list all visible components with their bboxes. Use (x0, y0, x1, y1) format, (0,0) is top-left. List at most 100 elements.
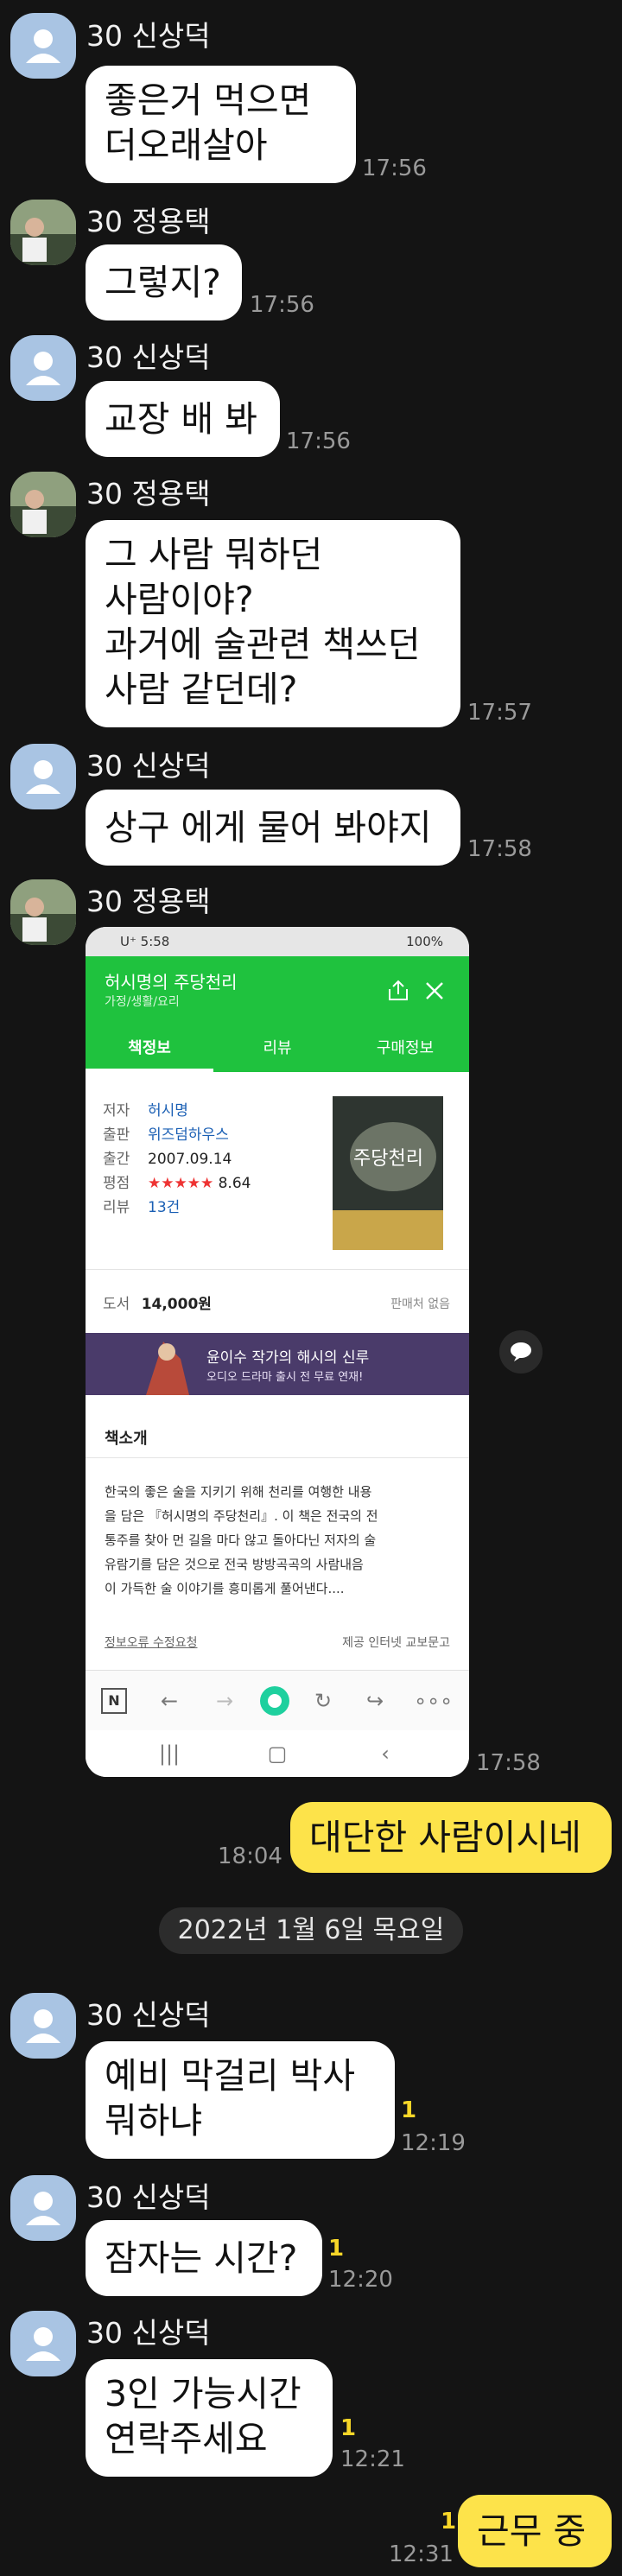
author-link[interactable]: 허시명 (148, 1102, 188, 1120)
tab-book-info[interactable]: 책정보 (86, 1025, 213, 1072)
book-header: 허시명의 주당천리 가정/생활/요리 (86, 956, 469, 1025)
timestamp: 17:56 (362, 155, 427, 181)
avatar-photo[interactable] (10, 200, 76, 265)
intro-line: 한국의 좋은 술을 지키기 위해 천리를 여행한 내용 (105, 1484, 372, 1500)
info-label: 출간 (103, 1151, 130, 1168)
message-line: 좋은거 먹으면 (105, 79, 312, 121)
sender-name: 30 정용택 (86, 477, 211, 511)
tab-purchase[interactable]: 구매정보 (341, 1025, 469, 1072)
timestamp: 17:56 (286, 428, 351, 454)
timestamp: 12:31 (389, 2541, 454, 2567)
close-icon[interactable] (424, 980, 445, 1001)
speech-bubble-icon (511, 1342, 531, 1361)
chat-bubble[interactable]: 좋은거 먹으면 더오래살아 (86, 66, 356, 183)
message-line: 과거에 술관련 책쓰던 (105, 624, 421, 665)
avatar-default[interactable] (10, 2175, 76, 2241)
chat-bubble[interactable]: 그 사람 뭐하던 사람이야? 과거에 술관련 책쓰던 사람 같던데? (86, 520, 460, 727)
publish-date: 2007.09.14 (148, 1151, 232, 1168)
info-label: 리뷰 (103, 1199, 130, 1216)
message-line: 그 사람 뭐하던 (105, 534, 323, 575)
review-count-link[interactable]: 13건 (148, 1199, 180, 1216)
banner-title: 윤이수 작가의 해시의 신루 (206, 1349, 370, 1367)
avatar-default[interactable] (10, 1993, 76, 2059)
info-row: 출판 위즈덤하우스 (103, 1124, 229, 1146)
timestamp: 12:19 (401, 2130, 466, 2156)
info-row: 출간 2007.09.14 (103, 1148, 232, 1171)
my-chat-bubble[interactable]: 대단한 사람이시네 (290, 1802, 612, 1873)
intro-line: 을 담은 『허시명의 주당천리』. 이 책은 전국의 전 (105, 1508, 378, 1524)
info-label: 저자 (103, 1102, 130, 1120)
book-cover-art (333, 1096, 443, 1250)
share-arrow-icon[interactable]: ↪ (360, 1686, 390, 1716)
info-row: 저자 허시명 (103, 1100, 188, 1122)
book-cover[interactable]: 주당천리 (333, 1096, 443, 1250)
chat-bubble[interactable]: 3인 가능시간 연락주세요 (86, 2359, 333, 2477)
avatar-photo[interactable] (10, 879, 76, 945)
sender-name: 30 신상덕 (86, 2316, 211, 2350)
message-line: 예비 막걸리 박사 (105, 2055, 356, 2097)
report-error-link[interactable]: 정보오류 수정요청 (105, 1634, 198, 1651)
chat-bubble[interactable]: 상구 에게 물어 봐야지 (86, 790, 460, 866)
sender-name: 30 신상덕 (86, 749, 211, 783)
avatar-default[interactable] (10, 2311, 76, 2376)
avatar-default[interactable] (10, 335, 76, 401)
timestamp: 12:21 (340, 2446, 405, 2472)
forward-arrow-icon[interactable]: → (210, 1686, 239, 1716)
timestamp: 18:04 (218, 1843, 282, 1869)
green-dot-icon[interactable] (258, 1685, 291, 1717)
unread-count: 1 (340, 2415, 357, 2441)
ad-banner[interactable]: 윤이수 작가의 해시의 신루 오디오 드라마 출시 전 무료 연재! (86, 1333, 469, 1395)
not-for-sale: 판매처 없음 (390, 1298, 450, 1311)
back-icon[interactable]: ‹ (371, 1739, 400, 1768)
shared-screenshot-image[interactable]: U⁺ 5:58 100% 허시명의 주당천리 가정/생활/요리 책정보 리뷰 구… (86, 927, 469, 1777)
divider (86, 1457, 469, 1458)
refresh-icon[interactable]: ↻ (308, 1686, 338, 1716)
sender-name: 30 정용택 (86, 885, 211, 918)
banner-illustration (146, 1342, 189, 1395)
intro-text: 한국의 좋은 술을 지키기 위해 천리를 여행한 내용 을 담은 『허시명의 주… (105, 1480, 378, 1601)
tab-review[interactable]: 리뷰 (213, 1025, 341, 1072)
my-chat-bubble[interactable]: 근무 중 (458, 2495, 612, 2567)
share-icon[interactable] (386, 979, 410, 1003)
recent-apps-icon[interactable]: ||| (155, 1739, 184, 1768)
message-line: 근무 중 (477, 2510, 587, 2552)
back-arrow-icon[interactable]: ← (155, 1686, 184, 1716)
chat-bubble[interactable]: 예비 막걸리 박사 뭐하냐 (86, 2041, 395, 2159)
divider (86, 1269, 469, 1270)
rating-stars: ★★★★★ (148, 1175, 214, 1192)
naver-n-icon[interactable]: N (101, 1688, 127, 1714)
sender-name: 30 신상덕 (86, 19, 211, 53)
floating-comment-button[interactable] (499, 1330, 543, 1374)
status-bar: U⁺ 5:58 100% (86, 927, 469, 956)
banner-subtitle: 오디오 드라마 출시 전 무료 연재! (206, 1371, 364, 1384)
price-label: 도서 (103, 1296, 130, 1313)
sender-name: 30 신상덕 (86, 1998, 211, 2032)
more-icon[interactable]: ∘∘∘ (414, 1686, 453, 1716)
avatar-photo[interactable] (10, 472, 76, 537)
timestamp: 17:58 (467, 836, 532, 862)
timestamp: 12:20 (328, 2267, 393, 2293)
intro-line: 이 가득한 술 이야기를 흥미롭게 풀어낸다.... (105, 1581, 345, 1596)
info-row: 리뷰 13건 (103, 1196, 180, 1219)
message-line: 사람이야? (105, 579, 254, 620)
price-value: 14,000원 (141, 1296, 212, 1313)
publisher-link[interactable]: 위즈덤하우스 (148, 1126, 229, 1144)
message-line: 3인 가능시간 (105, 2373, 301, 2414)
avatar-default[interactable] (10, 13, 76, 79)
chat-bubble[interactable]: 그렇지? (86, 244, 242, 320)
unread-count: 1 (441, 2509, 457, 2535)
book-tabs: 책정보 리뷰 구매정보 (86, 1025, 469, 1072)
home-icon[interactable]: ▢ (263, 1739, 292, 1768)
message-line: 상구 에게 물어 봐야지 (105, 807, 432, 848)
chat-bubble[interactable]: 교장 배 봐 (86, 381, 280, 457)
chat-bubble[interactable]: 잠자는 시간? (86, 2220, 322, 2296)
message-line: 연락주세요 (105, 2418, 268, 2459)
price-row: 도서 14,000원 (103, 1293, 212, 1316)
timestamp: 17:58 (476, 1750, 541, 1776)
unread-count: 1 (401, 2097, 417, 2123)
browser-toolbar: N ← → ↻ ↪ ∘∘∘ (86, 1670, 469, 1731)
intro-title: 책소개 (105, 1430, 148, 1448)
date-divider: 2022년 1월 6일 목요일 (159, 1907, 463, 1954)
avatar-default[interactable] (10, 744, 76, 809)
unread-count: 1 (328, 2236, 345, 2262)
